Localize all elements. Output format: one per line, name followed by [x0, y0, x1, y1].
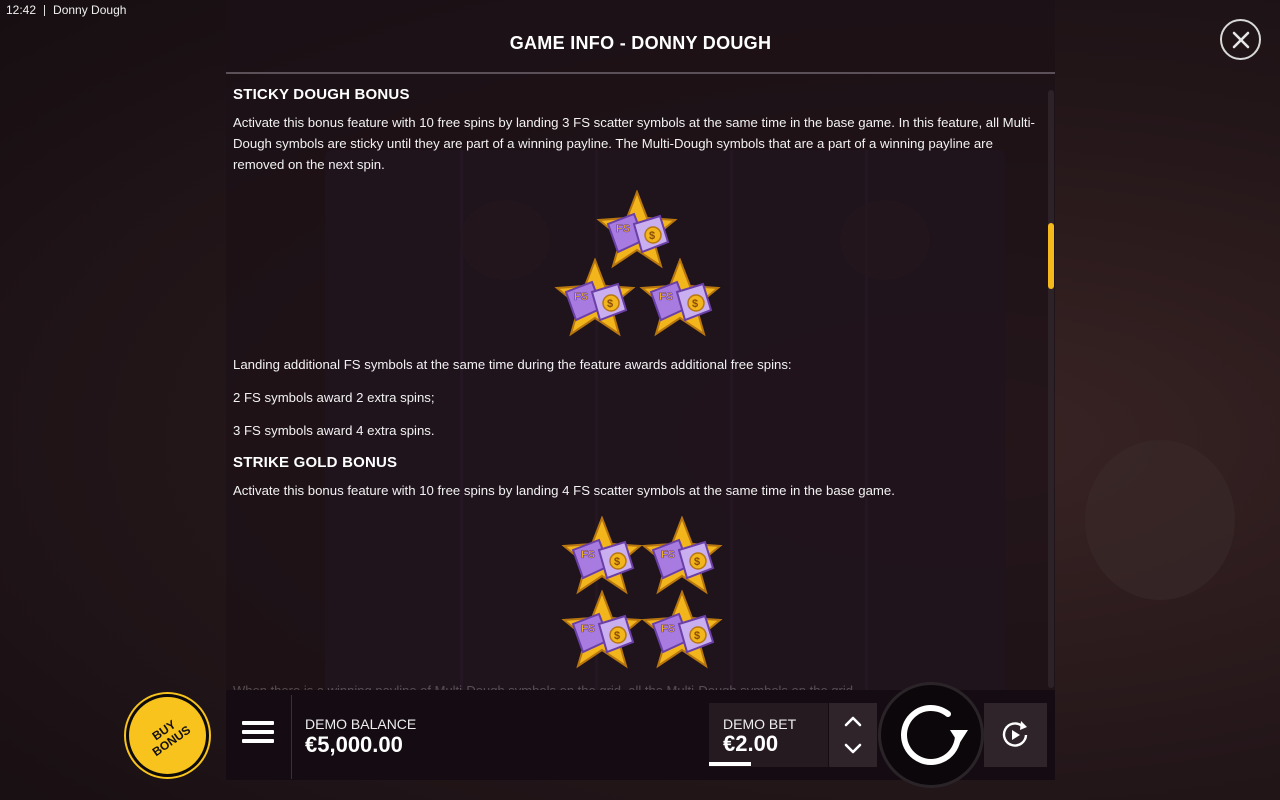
balance-value: €5,000.00 — [305, 732, 403, 757]
fs-scatter-symbol: FS $ — [561, 590, 643, 669]
status-bar: 12:42 Donny Dough — [0, 0, 126, 20]
fs-scatter-symbol: FS $ — [561, 516, 643, 595]
svg-text:FS: FS — [581, 623, 595, 635]
section-heading-strike-gold: STRIKE GOLD BONUS — [233, 454, 398, 471]
fs-scatter-symbol: FS $ — [639, 258, 721, 337]
bet-value: €2.00 — [723, 731, 779, 756]
section-text-strike-gold: Activate this bonus feature with 10 free… — [233, 483, 895, 498]
balance-label: DEMO BALANCE — [305, 716, 417, 732]
page-title: GAME INFO - DONNY DOUGH — [509, 33, 772, 53]
menu-button[interactable] — [242, 721, 274, 749]
svg-text:FS: FS — [659, 291, 673, 303]
section-text-sticky-dough: Activate this bonus feature with 10 free… — [233, 115, 1035, 172]
divider — [291, 695, 292, 779]
svg-text:$: $ — [694, 630, 700, 642]
svg-text:FS: FS — [616, 223, 630, 235]
svg-text:$: $ — [614, 630, 620, 642]
svg-text:$: $ — [649, 230, 655, 242]
svg-text:FS: FS — [581, 549, 595, 561]
hamburger-icon — [242, 721, 274, 725]
chevron-up-icon — [844, 716, 862, 727]
svg-text:FS: FS — [661, 623, 675, 635]
close-icon — [1232, 31, 1249, 48]
fs-scatter-symbol: FS $ — [641, 590, 723, 669]
bet-decrease-button[interactable] — [843, 742, 863, 756]
character-silhouette — [1085, 440, 1235, 600]
svg-text:FS: FS — [661, 549, 675, 561]
scrollbar[interactable] — [1048, 90, 1054, 688]
hamburger-icon-bar — [242, 730, 274, 734]
fs-scatter-symbol: FS $ — [641, 516, 723, 595]
hamburger-icon-bar — [242, 739, 274, 743]
svg-text:FS: FS — [574, 291, 588, 303]
status-separator — [44, 4, 46, 16]
section-heading-sticky-dough: STICKY DOUGH BONUS — [233, 86, 410, 103]
scrollbar-thumb[interactable] — [1048, 223, 1054, 289]
clock: 12:42 — [6, 3, 37, 17]
autoplay-icon — [1002, 721, 1028, 747]
extra-spins-intro: Landing additional FS symbols at the sam… — [233, 357, 792, 372]
extra-spins-two: 2 FS symbols award 2 extra spins; — [233, 390, 435, 405]
svg-text:$: $ — [692, 298, 698, 310]
fs-scatter-symbol: FS $ — [554, 258, 636, 337]
bet-increase-button[interactable] — [843, 714, 863, 728]
buy-bonus-label: BUY BONUS — [149, 716, 193, 759]
spin-button[interactable] — [878, 682, 984, 788]
close-button[interactable] — [1220, 19, 1261, 60]
buy-bonus-button[interactable]: BUY BONUS — [126, 694, 209, 777]
svg-text:$: $ — [614, 556, 620, 568]
app-name: Donny Dough — [53, 3, 127, 17]
chevron-down-icon — [844, 743, 862, 754]
title-divider — [226, 72, 1055, 74]
svg-text:$: $ — [607, 298, 613, 310]
autoplay-button[interactable] — [984, 703, 1047, 767]
bet-stepper — [829, 703, 877, 767]
spin-icon — [901, 705, 968, 765]
svg-text:$: $ — [694, 556, 700, 568]
bet-level-indicator — [709, 762, 751, 766]
bet-label: DEMO BET — [723, 716, 797, 732]
extra-spins-three: 3 FS symbols award 4 extra spins. — [233, 423, 435, 438]
